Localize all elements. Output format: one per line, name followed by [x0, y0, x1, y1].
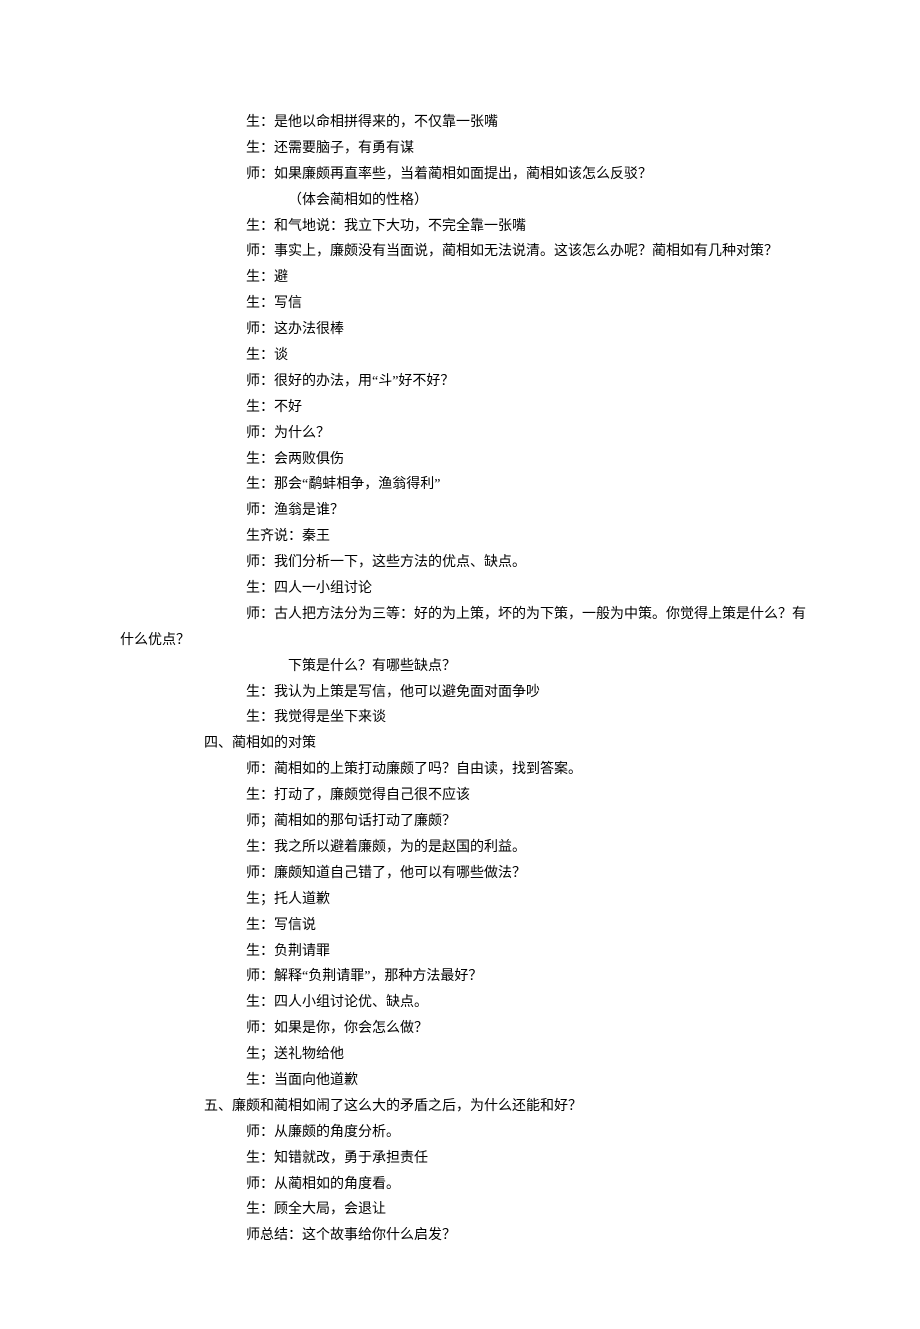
text-line: 生：我认为上策是写信，他可以避免面对面争吵 [120, 680, 800, 706]
text-line: 生：知错就改，勇于承担责任 [120, 1146, 800, 1172]
text-line: 生：顾全大局，会退让 [120, 1197, 800, 1223]
text-line: 生：四人一小组讨论 [120, 576, 800, 602]
text-line: 生：写信说 [120, 913, 800, 939]
text-line: （体会蔺相如的性格） [120, 188, 800, 214]
text-line: 生：不好 [120, 395, 800, 421]
text-line: 生：我之所以避着廉颇，为的是赵国的利益。 [120, 835, 800, 861]
text-line: 生：负荆请罪 [120, 939, 800, 965]
text-line: 生：避 [120, 265, 800, 291]
text-line: 四、蔺相如的对策 [120, 731, 800, 757]
text-line: 师总结：这个故事给你什么启发？ [120, 1223, 800, 1249]
text-line: 生齐说：秦王 [120, 524, 800, 550]
text-line: 生：当面向他道歉 [120, 1068, 800, 1094]
document-page: 生：是他以命相拼得来的，不仅靠一张嘴生：还需要脑子，有勇有谋师：如果廉颇再直率些… [0, 0, 920, 1329]
text-line: 下策是什么？有哪些缺点？ [120, 654, 800, 680]
text-line: 师：为什么？ [120, 421, 800, 447]
text-line: 师：事实上，廉颇没有当面说，蔺相如无法说清。这该怎么办呢？蔺相如有几种对策？ [120, 239, 800, 265]
text-line: 师：渔翁是谁？ [120, 498, 800, 524]
text-line: 师：我们分析一下，这些方法的优点、缺点。 [120, 550, 800, 576]
text-line: 生：我觉得是坐下来谈 [120, 705, 800, 731]
text-line: 生；托人道歉 [120, 887, 800, 913]
text-line: 生：是他以命相拼得来的，不仅靠一张嘴 [120, 110, 800, 136]
text-line: 生：会两败俱伤 [120, 447, 800, 473]
text-line: 师：很好的办法，用“斗”好不好？ [120, 369, 800, 395]
text-line: 师：从蔺相如的角度看。 [120, 1172, 800, 1198]
text-line: 师：廉颇知道自己错了，他可以有哪些做法？ [120, 861, 800, 887]
text-line: 师：如果是你，你会怎么做？ [120, 1016, 800, 1042]
text-line: 生：写信 [120, 291, 800, 317]
text-line: 生：四人小组讨论优、缺点。 [120, 990, 800, 1016]
text-line: 师：解释“负荆请罪”，那种方法最好？ [120, 964, 800, 990]
text-line: 五、廉颇和蔺相如闹了这么大的矛盾之后，为什么还能和好？ [120, 1094, 800, 1120]
text-line: 师：从廉颇的角度分析。 [120, 1120, 800, 1146]
text-line: 生：谈 [120, 343, 800, 369]
text-line: 师：蔺相如的上策打动廉颇了吗？自由读，找到答案。 [120, 757, 800, 783]
text-line: 什么优点？ [120, 628, 800, 654]
text-line: 生：和气地说：我立下大功，不完全靠一张嘴 [120, 214, 800, 240]
text-line: 生：那会“鹬蚌相争，渔翁得利” [120, 472, 800, 498]
text-line: 师：古人把方法分为三等：好的为上策，坏的为下策，一般为中策。你觉得上策是什么？有 [120, 602, 800, 628]
text-line: 师：如果廉颇再直率些，当着蔺相如面提出，蔺相如该怎么反驳？ [120, 162, 800, 188]
text-line: 师；蔺相如的那句话打动了廉颇？ [120, 809, 800, 835]
text-line: 师：这办法很棒 [120, 317, 800, 343]
text-line: 生：还需要脑子，有勇有谋 [120, 136, 800, 162]
text-line: 生；送礼物给他 [120, 1042, 800, 1068]
text-line: 生：打动了，廉颇觉得自己很不应该 [120, 783, 800, 809]
